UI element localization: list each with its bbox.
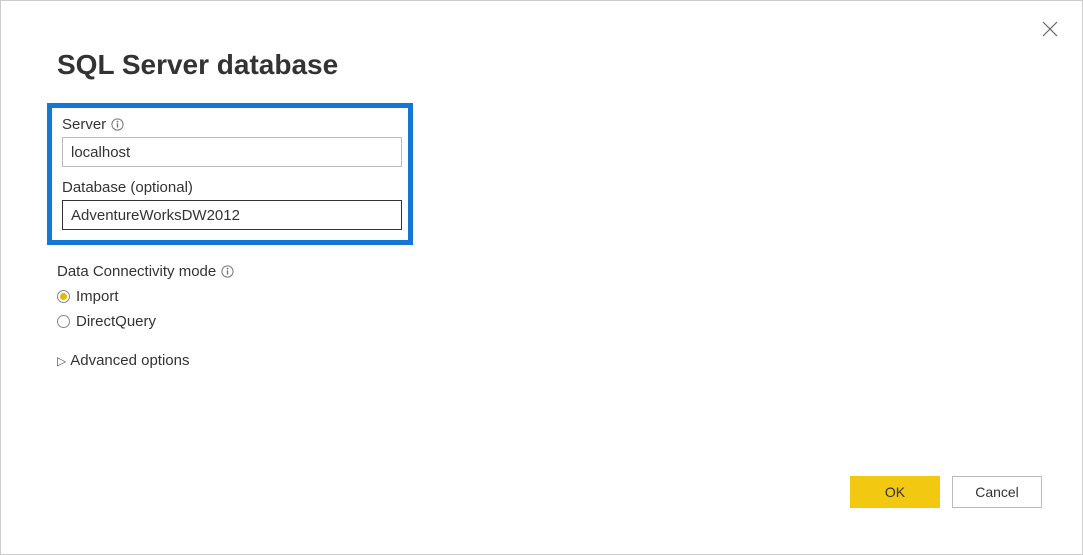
radio-label-import: Import bbox=[76, 288, 119, 305]
info-icon[interactable] bbox=[221, 265, 234, 278]
server-input[interactable] bbox=[62, 137, 402, 167]
dialog-title: SQL Server database bbox=[1, 1, 1082, 81]
cancel-button[interactable]: Cancel bbox=[952, 476, 1042, 508]
radio-indicator bbox=[57, 315, 70, 328]
sql-server-database-dialog: SQL Server database Server Database (opt… bbox=[0, 0, 1083, 555]
radio-label-directquery: DirectQuery bbox=[76, 313, 156, 330]
advanced-options-toggle[interactable]: ▷ Advanced options bbox=[57, 352, 1026, 369]
chevron-right-icon: ▷ bbox=[57, 354, 66, 368]
server-label-row: Server bbox=[62, 116, 398, 133]
connectivity-label-row: Data Connectivity mode bbox=[57, 263, 1026, 280]
radio-directquery[interactable]: DirectQuery bbox=[57, 313, 1026, 330]
database-input[interactable] bbox=[62, 200, 402, 230]
database-label-row: Database (optional) bbox=[62, 179, 398, 196]
radio-import[interactable]: Import bbox=[57, 288, 1026, 305]
info-icon[interactable] bbox=[111, 118, 124, 131]
close-button[interactable] bbox=[1042, 21, 1058, 40]
connectivity-radio-group: Import DirectQuery bbox=[57, 288, 1026, 330]
server-label: Server bbox=[62, 116, 106, 133]
advanced-options-label: Advanced options bbox=[70, 352, 189, 369]
connectivity-label: Data Connectivity mode bbox=[57, 263, 216, 280]
ok-button[interactable]: OK bbox=[850, 476, 940, 508]
dialog-button-bar: OK Cancel bbox=[850, 476, 1042, 508]
database-label: Database (optional) bbox=[62, 179, 193, 196]
dialog-content: Server Database (optional) Data Connecti… bbox=[1, 81, 1082, 369]
radio-indicator bbox=[57, 290, 70, 303]
highlight-annotation: Server Database (optional) bbox=[47, 103, 413, 245]
